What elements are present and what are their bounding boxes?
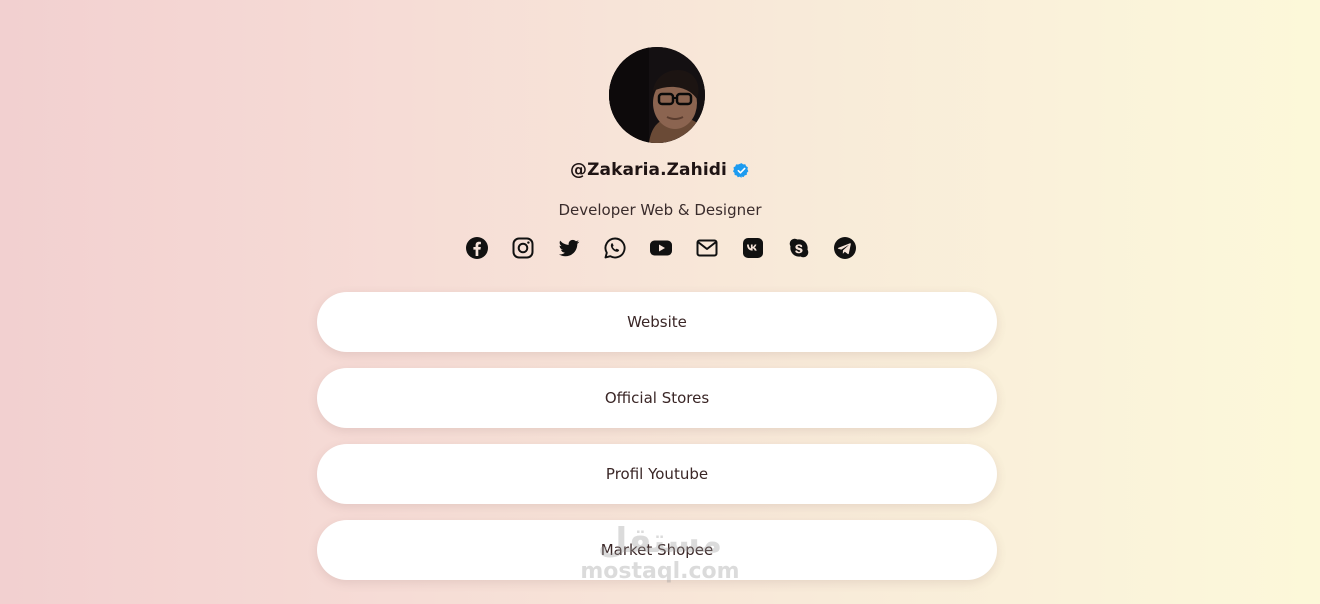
vk-icon[interactable] [741, 236, 765, 260]
whatsapp-icon[interactable] [603, 236, 627, 260]
username: @Zakaria.Zahidi [570, 160, 727, 180]
avatar-photo [609, 47, 705, 143]
facebook-icon[interactable] [465, 236, 489, 260]
link-profil-youtube-button[interactable]: Profil Youtube [317, 444, 997, 504]
skype-icon[interactable] [787, 236, 811, 260]
telegram-icon[interactable] [833, 236, 857, 260]
social-icons-row [0, 236, 1320, 260]
bio-text: Developer Web & Designer [558, 201, 762, 219]
avatar [609, 47, 705, 143]
youtube-icon[interactable] [649, 236, 673, 260]
instagram-icon[interactable] [511, 236, 535, 260]
twitter-icon[interactable] [557, 236, 581, 260]
link-official-stores-button[interactable]: Official Stores [317, 368, 997, 428]
email-icon[interactable] [695, 236, 719, 260]
username-row: @Zakaria.Zahidi [0, 160, 1320, 180]
link-website-button[interactable]: Website [317, 292, 997, 352]
links-list: Website Official Stores Profil Youtube M… [317, 292, 997, 596]
link-market-shopee-button[interactable]: Market Shopee [317, 520, 997, 580]
verified-badge-icon [732, 162, 750, 179]
